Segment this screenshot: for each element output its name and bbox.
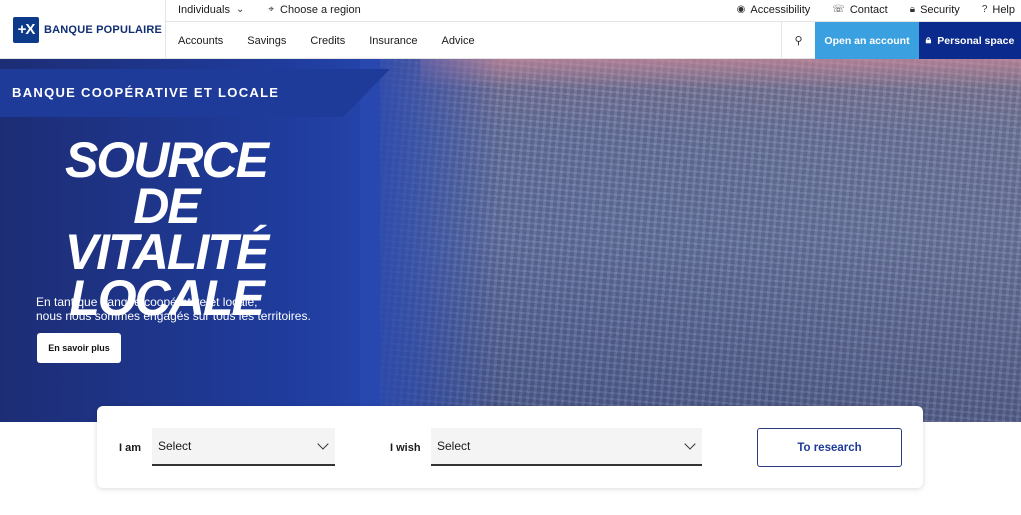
personal-space-button[interactable]: 🔒︎ Personal space xyxy=(919,22,1021,59)
help-icon: ? xyxy=(981,4,988,15)
accessibility-label: Accessibility xyxy=(750,4,811,16)
accessibility-link[interactable]: ◉ Accessibility xyxy=(737,4,811,16)
main-nav: Accounts Savings Credits Insurance Advic… xyxy=(166,22,1021,59)
search-button[interactable]: ⚲ xyxy=(781,22,815,59)
i-am-label: I am xyxy=(119,442,142,454)
i-wish-select[interactable]: Select xyxy=(431,428,702,466)
security-link[interactable]: 🔒︎ Security xyxy=(910,4,960,16)
segment-dropdown[interactable]: Individuals ⌄ xyxy=(178,4,244,16)
i-am-select-value: Select xyxy=(158,439,192,453)
hero: BANQUE COOPÉRATIVE ET LOCALE SOURCE DE V… xyxy=(0,59,1021,422)
learn-more-button[interactable]: En savoir plus xyxy=(37,333,121,363)
headline-line-1: SOURCE xyxy=(65,132,269,188)
personal-space-label: Personal space xyxy=(937,34,1015,47)
region-label: Choose a region xyxy=(280,4,361,16)
help-label: Help xyxy=(992,4,1015,16)
logo[interactable]: +X BANQUE POPULAIRE xyxy=(0,0,166,59)
sky-gradient xyxy=(420,59,1021,89)
header: +X BANQUE POPULAIRE Individuals ⌄ ⌖ Choo… xyxy=(0,0,1021,59)
hero-subtitle-line-2: nous nous sommes engagés sur tous les te… xyxy=(36,309,311,323)
open-account-button[interactable]: Open an account xyxy=(815,22,919,59)
hero-banner-text: BANQUE COOPÉRATIVE ET LOCALE xyxy=(12,85,280,100)
headline-line-2: DE VITALITÉ xyxy=(64,178,270,280)
contact-link[interactable]: ☏ Contact xyxy=(832,4,887,16)
hero-subtitle: En tant que banque coopérative et locale… xyxy=(36,295,336,323)
topbar: Individuals ⌄ ⌖ Choose a region ◉ Access… xyxy=(166,0,1021,22)
nav-item-accounts[interactable]: Accounts xyxy=(178,35,223,47)
i-am-select[interactable]: Select xyxy=(152,428,335,466)
contact-label: Contact xyxy=(849,4,888,16)
location-pin-icon: ⌖ xyxy=(268,4,275,15)
i-wish-label: I wish xyxy=(390,442,421,454)
contact-icon: ☏ xyxy=(832,4,845,15)
chevron-down-icon xyxy=(684,438,696,450)
nav-item-advice[interactable]: Advice xyxy=(442,35,475,47)
nav-item-credits[interactable]: Credits xyxy=(310,35,345,47)
nav-item-savings[interactable]: Savings xyxy=(247,35,286,47)
segment-label: Individuals xyxy=(178,4,230,16)
security-label: Security xyxy=(920,4,960,16)
nav-item-insurance[interactable]: Insurance xyxy=(369,35,417,47)
hero-headline: SOURCE DE VITALITÉ LOCALE xyxy=(36,132,296,323)
search-card: I am Select I wish Select To research xyxy=(97,406,923,488)
i-wish-select-value: Select xyxy=(437,439,471,453)
image-fade xyxy=(360,59,500,422)
chevron-down-icon xyxy=(317,438,329,450)
search-icon: ⚲ xyxy=(794,35,803,47)
chevron-down-icon: ⌄ xyxy=(235,4,245,15)
logo-mark: +X xyxy=(13,16,39,43)
logo-text: BANQUE POPULAIRE xyxy=(44,23,163,36)
region-selector[interactable]: ⌖ Choose a region xyxy=(268,4,360,16)
hero-subtitle-line-1: En tant que banque coopérative et locale… xyxy=(36,295,258,309)
lock-icon: 🔒︎ xyxy=(909,4,916,15)
research-button[interactable]: To research xyxy=(757,428,902,467)
lock-icon: 🔒︎ xyxy=(925,34,932,46)
help-link[interactable]: ? Help xyxy=(982,4,1015,16)
eye-icon: ◉ xyxy=(736,4,746,15)
